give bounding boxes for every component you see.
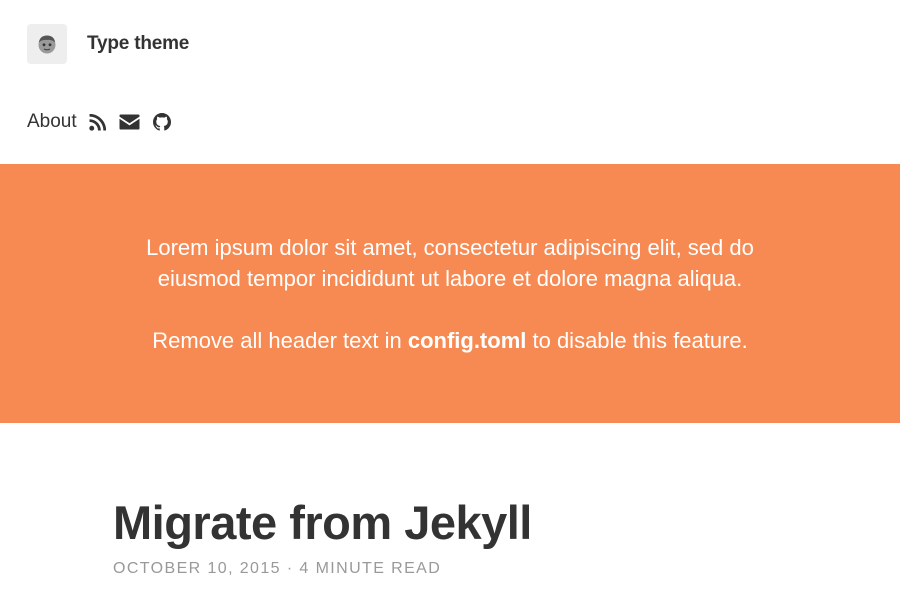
intro-banner: Lorem ipsum dolor sit amet, consectetur … xyxy=(0,164,900,423)
post-date: October 10, 2015 xyxy=(113,560,281,577)
avatar-icon xyxy=(27,24,67,64)
site-header: Type theme About xyxy=(0,0,900,164)
site-title: Type theme xyxy=(87,33,190,54)
rss-icon[interactable] xyxy=(88,113,106,131)
post-title: Migrate from Jekyll xyxy=(113,492,813,554)
intro-note-text: Remove all header text in xyxy=(152,328,408,353)
site-nav: About xyxy=(27,110,184,134)
intro-text: Lorem ipsum dolor sit amet, consectetur … xyxy=(120,164,780,356)
nav-about-link[interactable]: About xyxy=(27,111,77,133)
post-title-link[interactable]: Migrate from Jekyll xyxy=(113,496,532,549)
envelope-icon[interactable] xyxy=(119,114,140,130)
intro-paragraph: Lorem ipsum dolor sit amet, consectetur … xyxy=(146,235,754,291)
post-meta: October 10, 2015 · 4 minute read xyxy=(113,560,813,578)
post-read-time: 4 minute read xyxy=(299,560,442,577)
meta-separator: · xyxy=(286,560,294,577)
config-file-name: config.toml xyxy=(407,328,527,353)
intro-config-note: Remove all header text in config.toml to… xyxy=(120,325,780,356)
post-preview: Migrate from Jekyll October 10, 2015 · 4… xyxy=(113,492,813,578)
site-brand[interactable]: Type theme xyxy=(27,24,189,64)
intro-note-text-end: to disable this feature. xyxy=(526,328,748,353)
github-icon[interactable] xyxy=(152,113,171,131)
